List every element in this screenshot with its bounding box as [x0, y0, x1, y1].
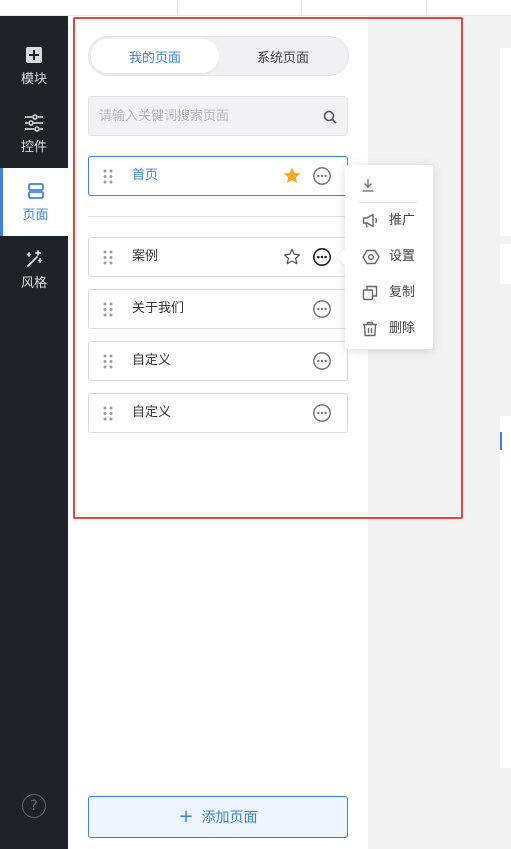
more-options-icon[interactable]: [312, 403, 332, 427]
drag-handle-icon[interactable]: [103, 302, 113, 321]
menu-item-delete[interactable]: 删除: [345, 314, 433, 344]
canvas-preview-block: [500, 416, 511, 768]
add-page-button[interactable]: + 添加页面: [88, 796, 348, 838]
star-outline-icon[interactable]: [282, 247, 302, 271]
search-box: [88, 96, 348, 136]
toolbar-divider: [301, 0, 302, 16]
megaphone-icon: [362, 213, 380, 233]
list-divider: [88, 216, 348, 217]
canvas-preview-block: [500, 244, 511, 284]
sidebar-item-label: 页面: [22, 207, 49, 223]
more-options-icon[interactable]: [312, 299, 332, 323]
drag-handle-icon[interactable]: [103, 406, 113, 425]
sidebar-item-label: 控件: [20, 139, 47, 155]
add-page-label: 添加页面: [201, 810, 258, 826]
toolbar-divider: [177, 0, 178, 16]
page-name: 自定义: [132, 353, 172, 368]
search-icon[interactable]: [323, 109, 337, 128]
menu-item-label: 复制: [389, 285, 416, 300]
plus-icon: +: [178, 806, 194, 827]
drag-handle-icon[interactable]: [103, 354, 113, 373]
toolbar-divider: [426, 0, 427, 16]
page-list-item[interactable]: 自定义: [88, 393, 348, 433]
page-name: 关于我们: [132, 301, 185, 316]
menu-item-promote[interactable]: 推广: [345, 206, 433, 236]
page-name: 首页: [132, 168, 159, 183]
trash-icon: [362, 321, 378, 341]
page-type-tabs: 我的页面 系统页面: [88, 36, 349, 76]
page-name: 案例: [132, 249, 159, 264]
sidebar-item-style[interactable]: 风格: [0, 236, 68, 304]
more-options-icon[interactable]: [312, 247, 332, 271]
page-list-item[interactable]: 案例: [88, 237, 348, 277]
magic-wand-icon: [25, 249, 43, 268]
menu-item-label: 推广: [389, 213, 416, 228]
plus-square-icon: [25, 46, 43, 64]
download-icon[interactable]: [361, 177, 375, 196]
page-list-item[interactable]: 自定义: [88, 341, 348, 381]
sidebar-item-label: 模块: [20, 71, 47, 87]
menu-divider: [359, 202, 417, 203]
tab-system-pages[interactable]: 系统页面: [219, 39, 347, 73]
menu-item-copy[interactable]: 复制: [345, 278, 433, 308]
page-list-item[interactable]: 关于我们: [88, 289, 348, 329]
pages-icon: [27, 182, 45, 200]
page-name: 自定义: [132, 405, 172, 420]
left-sidebar: 模块 控件 页面 风格 ?: [0, 16, 68, 849]
drag-handle-icon[interactable]: [103, 250, 113, 269]
settings-hex-icon: [362, 249, 380, 269]
menu-item-label: 设置: [389, 249, 416, 264]
more-options-icon[interactable]: [312, 351, 332, 375]
sidebar-item-controls[interactable]: 控件: [0, 100, 68, 168]
drag-handle-icon[interactable]: [103, 169, 113, 188]
question-icon: ?: [30, 798, 38, 814]
copy-icon: [362, 285, 378, 305]
menu-item-settings[interactable]: 设置: [345, 242, 433, 272]
top-toolbar-strip: [0, 0, 511, 16]
sidebar-item-modules[interactable]: 模块: [0, 32, 68, 100]
canvas-preview-block: [500, 48, 511, 236]
sidebar-item-label: 风格: [20, 275, 47, 291]
menu-item-label: 删除: [389, 321, 416, 336]
sliders-icon: [24, 113, 44, 132]
sidebar-item-pages[interactable]: 页面: [0, 168, 68, 236]
page-context-menu: 推广 设置 复制 删除: [336, 165, 433, 349]
tab-my-pages[interactable]: 我的页面: [91, 39, 219, 73]
star-filled-icon[interactable]: [282, 166, 302, 190]
search-input[interactable]: [99, 97, 319, 135]
canvas-selection-marker: [500, 432, 502, 450]
page-list-item[interactable]: 首页: [88, 156, 348, 196]
more-options-icon[interactable]: [312, 166, 332, 190]
help-button[interactable]: ?: [22, 794, 46, 818]
